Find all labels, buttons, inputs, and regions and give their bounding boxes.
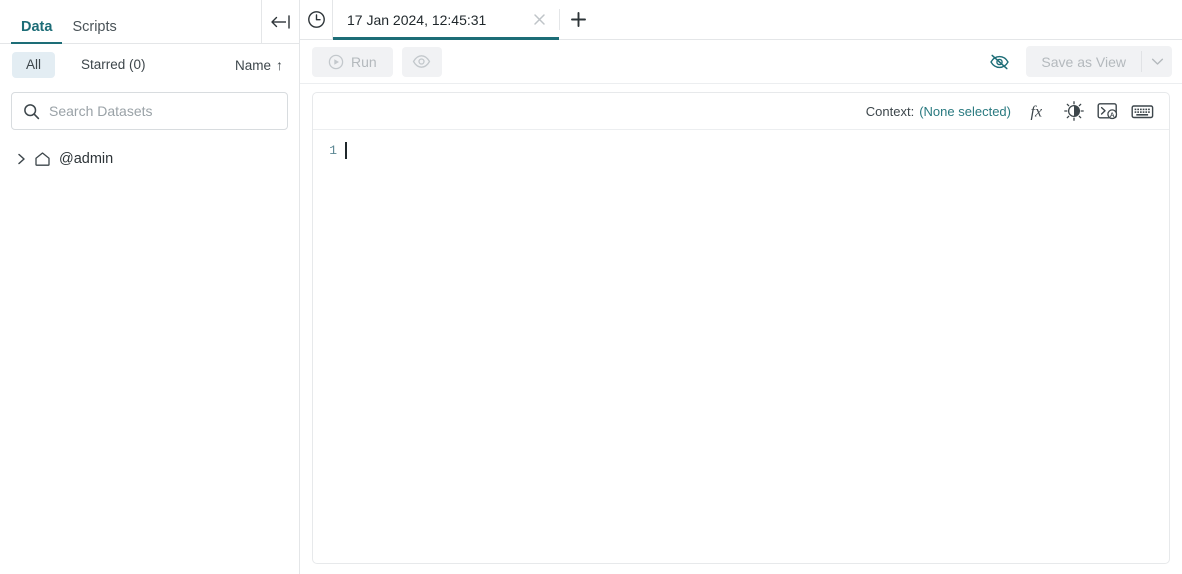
context-value[interactable]: (None selected) <box>919 104 1011 119</box>
run-button[interactable]: Run <box>312 46 393 77</box>
search-icon <box>24 103 40 119</box>
sidebar: Data Scripts All Starred (0) Name ↑ Sear… <box>0 0 300 574</box>
editor-area: Context: (None selected) fx A 1 <box>300 84 1182 574</box>
toolbar-right-group: Save as View <box>982 46 1172 77</box>
filter-chip-starred-label: Starred (0) <box>81 56 146 72</box>
text-cursor <box>345 142 347 160</box>
chevron-down-icon <box>1151 58 1163 65</box>
chevron-right-icon[interactable] <box>16 153 26 165</box>
code-area[interactable]: 1 <box>313 130 1169 563</box>
keyboard-shortcuts-icon[interactable] <box>1125 96 1159 126</box>
line-number-gutter: 1 <box>313 139 345 563</box>
eye-off-icon <box>990 54 1009 70</box>
close-icon[interactable] <box>531 12 547 28</box>
run-button-label: Run <box>351 53 377 70</box>
svg-text:A: A <box>1110 112 1115 119</box>
editor-tab-bar: 17 Jan 2024, 12:45:31 <box>300 0 1182 40</box>
console-assist-icon[interactable]: A <box>1091 96 1125 126</box>
context-label: Context: <box>865 103 915 119</box>
sort-ascending-icon: ↑ <box>276 57 283 73</box>
home-icon <box>34 151 51 167</box>
play-circle-icon <box>328 54 344 69</box>
dataset-tree: @admin <box>0 130 299 574</box>
search-container <box>0 86 299 130</box>
dataset-filter-row: All Starred (0) Name ↑ <box>0 44 299 86</box>
main-panel: 17 Jan 2024, 12:45:31 Run Save as View C… <box>300 0 1182 574</box>
new-tab-button[interactable] <box>560 0 596 39</box>
filter-chip-starred[interactable]: Starred (0) <box>67 52 160 78</box>
search-box[interactable] <box>11 92 288 130</box>
sidebar-tab-data-label: Data <box>21 18 53 35</box>
code-content[interactable] <box>345 139 1169 563</box>
filter-chip-all[interactable]: All <box>12 51 56 79</box>
sort-label: Name <box>234 57 271 73</box>
history-clock-button[interactable] <box>300 0 333 39</box>
svg-text:fx: fx <box>1030 103 1042 120</box>
editor-toolbar: Run Save as View <box>300 40 1182 84</box>
collapse-left-icon <box>270 14 290 29</box>
save-as-view-group: Save as View <box>1026 46 1172 77</box>
editor-tab[interactable]: 17 Jan 2024, 12:45:31 <box>333 0 559 40</box>
eye-icon <box>412 55 431 68</box>
brightness-icon[interactable] <box>1057 96 1091 126</box>
plus-icon <box>570 12 586 27</box>
sidebar-tab-bar: Data Scripts <box>0 0 299 44</box>
save-as-view-dropdown[interactable] <box>1142 46 1172 77</box>
sidebar-tab-data[interactable]: Data <box>11 18 63 44</box>
app-root: Data Scripts All Starred (0) Name ↑ Sear… <box>0 0 1182 574</box>
save-as-view-button[interactable]: Save as View <box>1026 46 1141 77</box>
tree-item-admin[interactable]: @admin <box>0 146 299 172</box>
fx-icon[interactable]: fx <box>1023 96 1057 126</box>
clock-icon <box>307 11 325 28</box>
editor-tab-label: 17 Jan 2024, 12:45:31 <box>347 11 487 28</box>
tree-item-admin-label: @admin <box>59 151 114 167</box>
code-editor-panel: Context: (None selected) fx A 1 <box>312 92 1170 564</box>
save-as-view-label: Save as View <box>1041 53 1126 70</box>
sidebar-tab-scripts-label: Scripts <box>72 18 117 35</box>
sidebar-tab-scripts[interactable]: Scripts <box>62 18 126 44</box>
filter-chip-all-label: All <box>26 56 42 72</box>
line-number: 1 <box>329 143 337 158</box>
sort-control[interactable]: Name ↑ <box>235 57 283 73</box>
search-input[interactable] <box>49 103 276 119</box>
preview-button[interactable] <box>401 46 442 77</box>
sidebar-collapse-button[interactable] <box>261 0 299 43</box>
context-bar: Context: (None selected) fx A <box>313 93 1169 130</box>
toggle-results-visibility-button[interactable] <box>982 47 1016 77</box>
